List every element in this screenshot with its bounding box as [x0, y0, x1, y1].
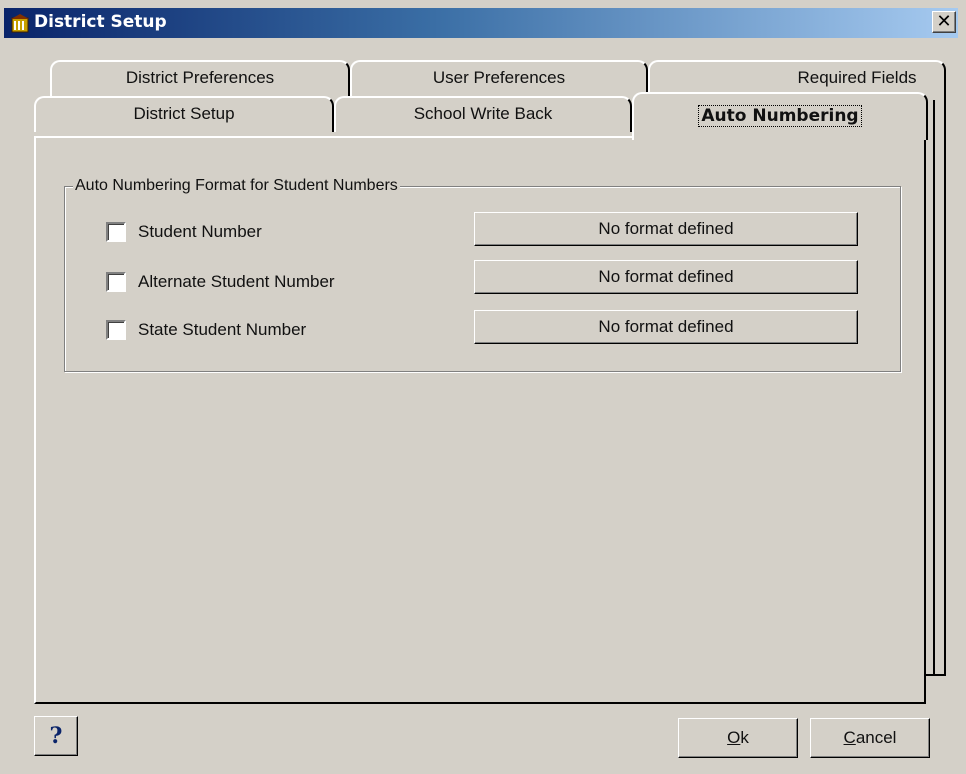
ok-label-rest: k	[740, 728, 749, 747]
tab-label: User Preferences	[432, 68, 566, 87]
tab-district-setup[interactable]: District Setup	[34, 96, 334, 132]
close-button[interactable]: ✕	[932, 11, 956, 33]
student-number-format-button[interactable]: No format defined	[474, 212, 858, 246]
tab-user-preferences[interactable]: User Preferences	[350, 60, 648, 100]
help-button[interactable]: ?	[34, 716, 78, 756]
student-number-label[interactable]: Student Number	[138, 222, 262, 242]
tab-district-preferences[interactable]: District Preferences	[50, 60, 350, 100]
student-number-checkbox[interactable]	[106, 222, 126, 242]
ok-accelerator: O	[727, 728, 741, 747]
tab-school-write-back[interactable]: School Write Back	[334, 96, 632, 132]
cancel-button[interactable]: Cancel	[810, 718, 930, 758]
group-legend: Auto Numbering Format for Student Number…	[73, 176, 400, 196]
tab-label: Required Fields	[797, 68, 917, 87]
alternate-student-number-checkbox[interactable]	[106, 272, 126, 292]
close-icon: ✕	[936, 11, 952, 32]
tab-label: District Setup	[133, 104, 235, 123]
app-icon	[11, 14, 29, 33]
alternate-student-number-label[interactable]: Alternate Student Number	[138, 272, 335, 292]
tab-label: Auto Numbering	[698, 105, 862, 127]
tab-auto-numbering[interactable]: Auto Numbering	[632, 92, 928, 140]
help-icon: ?	[49, 723, 63, 749]
window-title: District Setup	[34, 12, 167, 32]
state-student-number-format-button[interactable]: No format defined	[474, 310, 858, 344]
state-student-number-label[interactable]: State Student Number	[138, 320, 306, 340]
auto-numbering-panel: Auto Numbering Format for Student Number…	[34, 136, 926, 704]
ok-button[interactable]: Ok	[678, 718, 798, 758]
tab-label: District Preferences	[125, 68, 275, 87]
tab-label: School Write Back	[413, 104, 553, 123]
district-setup-dialog: District Setup ✕ District Preferences Us…	[0, 0, 966, 774]
cancel-label-rest: ancel	[855, 728, 897, 747]
alternate-student-number-format-button[interactable]: No format defined	[474, 260, 858, 294]
cancel-accelerator: C	[843, 728, 856, 747]
state-student-number-checkbox[interactable]	[106, 320, 126, 340]
title-bar[interactable]: District Setup ✕	[4, 8, 958, 38]
